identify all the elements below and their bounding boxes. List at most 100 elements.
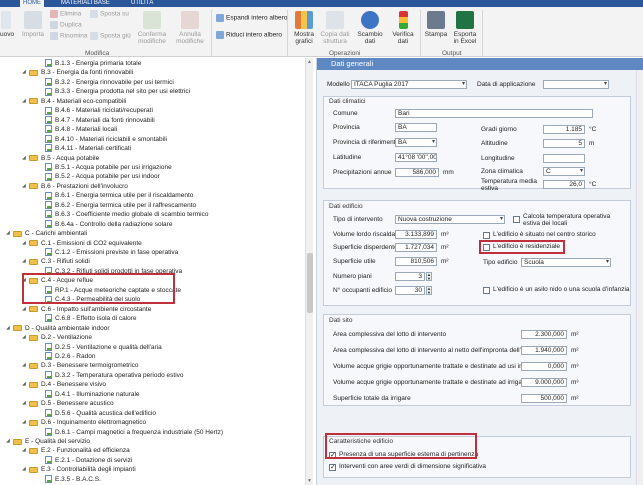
tree-folder-node[interactable]: ◢ D - Qualità ambientale indoor (6, 324, 110, 333)
move-up-button[interactable]: Sposta su (90, 10, 129, 19)
tipo-edificio-select[interactable]: Scuola (521, 258, 611, 267)
tree-leaf-node[interactable]: B.5.2 - Acqua potabile per usi indoor (38, 172, 160, 181)
expand-tree-button[interactable]: Espandi intero albero (216, 14, 287, 23)
delete-button[interactable]: Elimina (50, 10, 81, 19)
expander-icon[interactable]: ◢ (22, 239, 29, 248)
altitudine-input[interactable]: 5 (543, 139, 585, 148)
tree-leaf-node[interactable]: D.2.6 - Radon (38, 352, 95, 361)
show-charts-button[interactable]: Mostra grafici (290, 11, 318, 45)
tree-leaf-node[interactable]: B.6.3 - Coefficiente medio globale di sc… (38, 210, 208, 219)
tab-home[interactable]: HOME (20, 0, 44, 7)
new-button[interactable]: uovo (0, 11, 14, 38)
tree-leaf-node[interactable]: B.4.8 - Materiali locali (38, 125, 117, 134)
tree-folder-node[interactable]: ◢ B.6 - Prestazioni dell'involucro (22, 182, 128, 191)
provincia-input[interactable]: BA (395, 123, 437, 132)
sito-row-input[interactable]: 2.300,000 (521, 330, 567, 339)
expander-icon[interactable]: ◢ (22, 257, 29, 266)
expander-icon[interactable]: ◢ (22, 418, 29, 427)
tree-leaf-node[interactable]: B.4.11 - Materiali certificati (38, 144, 131, 153)
import-button[interactable]: Importa (18, 11, 48, 38)
copy-structure-button[interactable]: Copia dati struttura (320, 11, 350, 45)
tree-leaf-node[interactable]: B.6.2 - Energia termica utile per il raf… (38, 201, 196, 210)
expander-icon[interactable]: ◢ (6, 324, 13, 333)
numero-piani-spinner[interactable]: ▲ ▼ (426, 272, 432, 281)
duplicate-button[interactable]: Duplica (50, 21, 82, 30)
provincia-rif-select[interactable]: BA (395, 138, 437, 147)
tree-leaf-node[interactable]: D.3.2 - Temperatura operativa periodo es… (38, 371, 184, 380)
tree-leaf-node[interactable]: B.3.3 - Energia prodotta nel sito per us… (38, 87, 190, 96)
zona-climatica-select[interactable]: C (543, 167, 585, 176)
longitudine-input[interactable] (543, 154, 585, 163)
calcola-temp-checkbox[interactable] (513, 216, 520, 223)
expander-icon[interactable]: ◢ (22, 68, 29, 77)
precipitazioni-input[interactable]: 586,000 (395, 168, 439, 177)
tree-folder-node[interactable]: ◢ E.2 - Funzionalità ed efficienza (22, 446, 130, 455)
latitudine-input[interactable]: 41°08 '00'',00 (395, 153, 437, 162)
expander-icon[interactable]: ◢ (22, 446, 29, 455)
temperatura-input[interactable]: 26,0 (543, 180, 585, 189)
tree-folder-node[interactable]: ◢ E - Qualità del servizio (6, 437, 90, 446)
tree-folder-node[interactable]: ◢ B.5 - Acqua potabile (22, 154, 99, 163)
tree-leaf-node[interactable]: B.1.3 - Energia primaria totale (38, 59, 141, 68)
sito-row-input[interactable]: 0,000 (521, 362, 567, 371)
expander-icon[interactable]: ◢ (22, 97, 29, 106)
tree-folder-node[interactable]: ◢ C.1 - Emissioni di CO2 equivalente (22, 239, 142, 248)
print-button[interactable]: Stampa (423, 11, 449, 38)
tree-leaf-node[interactable]: E.2.1 - Dotazione di servizi (38, 456, 132, 465)
modello-select[interactable]: ITACA Puglia 2017 (351, 80, 467, 89)
tree-leaf-node[interactable]: B.3.2 - Energia rinnovabile per usi term… (38, 78, 174, 87)
expander-icon[interactable]: ◢ (22, 154, 29, 163)
move-down-button[interactable]: Sposta giù (90, 32, 131, 41)
asilo-checkbox[interactable] (483, 287, 490, 294)
tree-folder-node[interactable]: ◢ D.3 - Benessere termoigrometrico (22, 361, 139, 370)
tree-folder-node[interactable]: ◢ D.5 - Benessere acustico (22, 399, 114, 408)
tree-leaf-node[interactable]: B.4.6 - Materiali riciclati/recuperati (38, 106, 153, 115)
tree-leaf-node[interactable]: B.6.1 - Energia termica utile per il ris… (38, 191, 193, 200)
exchange-data-button[interactable]: Scambio dati (353, 11, 387, 45)
expander-icon[interactable]: ◢ (6, 437, 13, 446)
data-applicazione-field[interactable] (543, 80, 609, 89)
comune-input[interactable]: Bari (395, 109, 593, 118)
occupanti-input[interactable]: 30 (395, 286, 425, 295)
tree-leaf-node[interactable]: D.2.5 - Ventilazione e qualità dell'aria (38, 342, 162, 352)
sito-row-input[interactable]: 500,000 (521, 394, 567, 403)
rename-button[interactable]: Rinomina (50, 32, 87, 41)
tree-folder-node[interactable]: ◢ D.4 - Benessere visivo (22, 380, 106, 389)
tree-scrollbar[interactable]: ▲ ▼ (305, 58, 313, 485)
expander-icon[interactable]: ◢ (22, 305, 29, 314)
tab-materiali-base[interactable]: MATERIALI BASE (58, 0, 113, 7)
tree-folder-node[interactable]: ◢ B.3 - Energia da fonti rinnovabili (22, 68, 133, 77)
expander-icon[interactable]: ◢ (22, 380, 29, 389)
panel-scrollbar[interactable] (636, 70, 643, 485)
tree-leaf-node[interactable]: B.6.4a - Controllo della radiazione sola… (38, 219, 172, 229)
tree-folder-node[interactable]: ◢ C - Carichi ambientali (6, 229, 87, 238)
tree-folder-node[interactable]: ◢ E.3 - Controllabilità degli impianti (22, 465, 136, 474)
tab-utilita[interactable]: UTILITÀ (128, 0, 156, 7)
expander-icon[interactable]: ◢ (6, 229, 13, 238)
volume-input[interactable]: 3.133,899 (395, 230, 437, 239)
verify-data-button[interactable]: Verifica dati (389, 11, 417, 45)
tipo-intervento-select[interactable]: Nuova costruzione (395, 215, 505, 224)
centro-storico-checkbox[interactable] (483, 232, 490, 239)
tree-leaf-node[interactable]: B.5.1 - Acqua potabile per usi irrigazio… (38, 163, 172, 172)
tree-leaf-node[interactable]: C.6.8 - Effetto isola di calore (38, 314, 137, 323)
tree-folder-node[interactable]: ◢ C.3 - Rifiuti solidi (22, 257, 90, 266)
tree-leaf-node[interactable]: D.5.6 - Qualità acustica dell'edificio (38, 408, 156, 418)
numero-piani-input[interactable]: 3 (395, 272, 425, 281)
tree-leaf-node[interactable]: D.4.1 - Illuminazione naturale (38, 390, 140, 399)
sito-row-input[interactable]: 1.940,000 (521, 346, 567, 355)
tree-leaf-node[interactable]: E.3.5 - B.A.C.S. (38, 475, 101, 484)
expander-icon[interactable]: ◢ (22, 182, 29, 191)
cancel-changes-button[interactable]: Annulla modifiche (172, 11, 208, 45)
scroll-up-icon[interactable]: ▲ (307, 59, 312, 65)
confirm-changes-button[interactable]: Conferma modifiche (134, 11, 170, 45)
tree-leaf-node[interactable]: B.4.10 - Materiali riciclabili e smontab… (38, 134, 167, 144)
tree-leaf-node[interactable]: C.1.2 - Emissioni previste in fase opera… (38, 248, 178, 257)
tree-scroll-thumb[interactable] (307, 253, 313, 313)
scroll-down-icon[interactable]: ▼ (307, 478, 312, 484)
export-excel-button[interactable]: Esporta in Excel (451, 11, 479, 45)
aree-verdi-checkbox[interactable] (329, 463, 336, 471)
expander-icon[interactable]: ◢ (22, 333, 29, 342)
tree-folder-node[interactable]: ◢ B.4 - Materiali eco-compatibili (22, 97, 126, 106)
occupanti-spinner[interactable]: ▲ ▼ (426, 286, 432, 295)
